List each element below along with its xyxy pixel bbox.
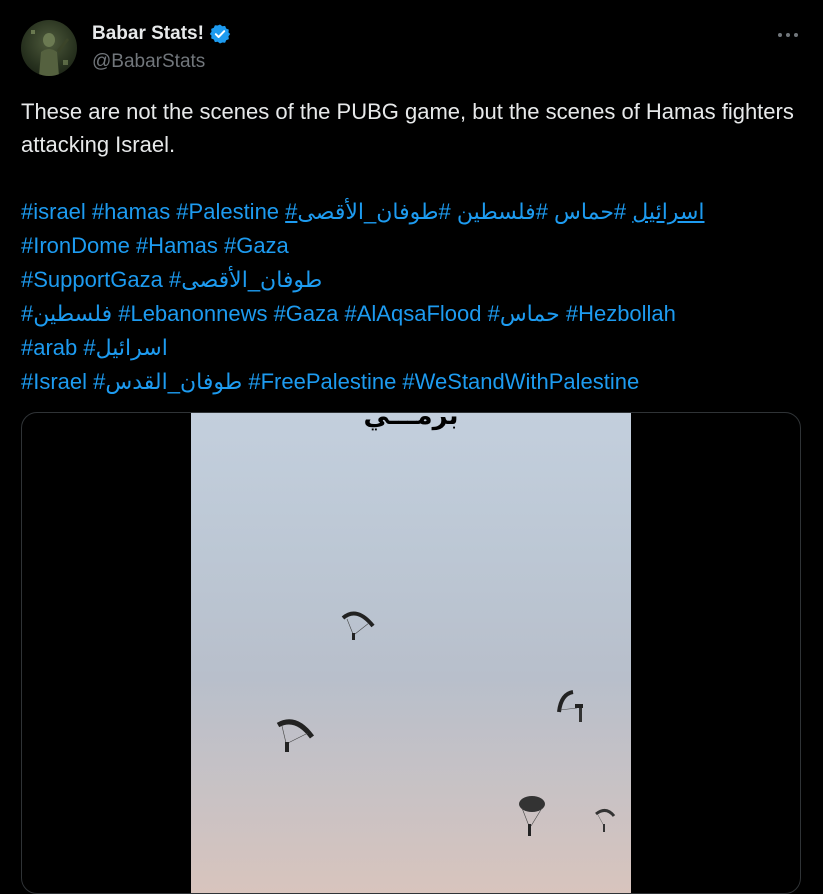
hashtag-line: #SupportGaza #طوفان_الأقصى xyxy=(21,263,801,297)
more-options-icon[interactable] xyxy=(773,20,803,50)
hashtag-line: #فلسطين #Lebanonnews #Gaza #AlAqsaFlood … xyxy=(21,297,801,331)
hashtag-link[interactable]: #Israel #طوفان_القدس #FreePalestine #WeS… xyxy=(21,369,639,394)
author-name-row: Babar Stats! xyxy=(92,23,231,45)
hashtag-link[interactable]: #حماس #فلسطين #طوفان_الأقصى xyxy=(297,199,632,224)
paraglider xyxy=(341,611,375,640)
hashtag-line: #IronDome #Hamas #Gaza xyxy=(21,229,801,263)
hashtag-link[interactable]: #فلسطين #Lebanonnews #Gaza #AlAqsaFlood … xyxy=(21,301,676,326)
video-player[interactable]: برمـــي xyxy=(191,413,631,893)
tweet-text: These are not the scenes of the PUBG gam… xyxy=(21,99,800,157)
hashtag-link[interactable]: #SupportGaza #طوفان_الأقصى xyxy=(21,267,322,292)
author-handle[interactable]: @BabarStats xyxy=(92,51,205,73)
paraglider xyxy=(276,719,315,752)
verified-badge-icon[interactable] xyxy=(209,23,231,45)
hashtag-line: #israel #hamas #Palestine #اسرائيل #حماس… xyxy=(21,195,801,229)
avatar[interactable] xyxy=(21,20,77,76)
hashtag-link[interactable]: #israel #hamas #Palestine xyxy=(21,199,285,224)
media-container[interactable]: برمـــي xyxy=(21,412,801,894)
tweet-header: Babar Stats! @BabarStats xyxy=(21,20,803,76)
paraglider xyxy=(519,796,545,836)
hashtag-line: #Israel #طوفان_القدس #FreePalestine #WeS… xyxy=(21,365,801,399)
hashtag-line: #arab #اسرائيل xyxy=(21,331,801,365)
display-name[interactable]: Babar Stats! xyxy=(92,23,204,45)
avatar-image xyxy=(31,30,69,76)
paraglider-scene xyxy=(276,611,616,836)
paraglider xyxy=(557,690,583,722)
paraglider xyxy=(595,809,616,832)
hashtag-link[interactable]: #IronDome #Hamas #Gaza xyxy=(21,233,289,258)
hashtag-block: #israel #hamas #Palestine #اسرائيل #حماس… xyxy=(21,195,801,399)
hashtag-link[interactable]: #arab #اسرائيل xyxy=(21,335,168,360)
